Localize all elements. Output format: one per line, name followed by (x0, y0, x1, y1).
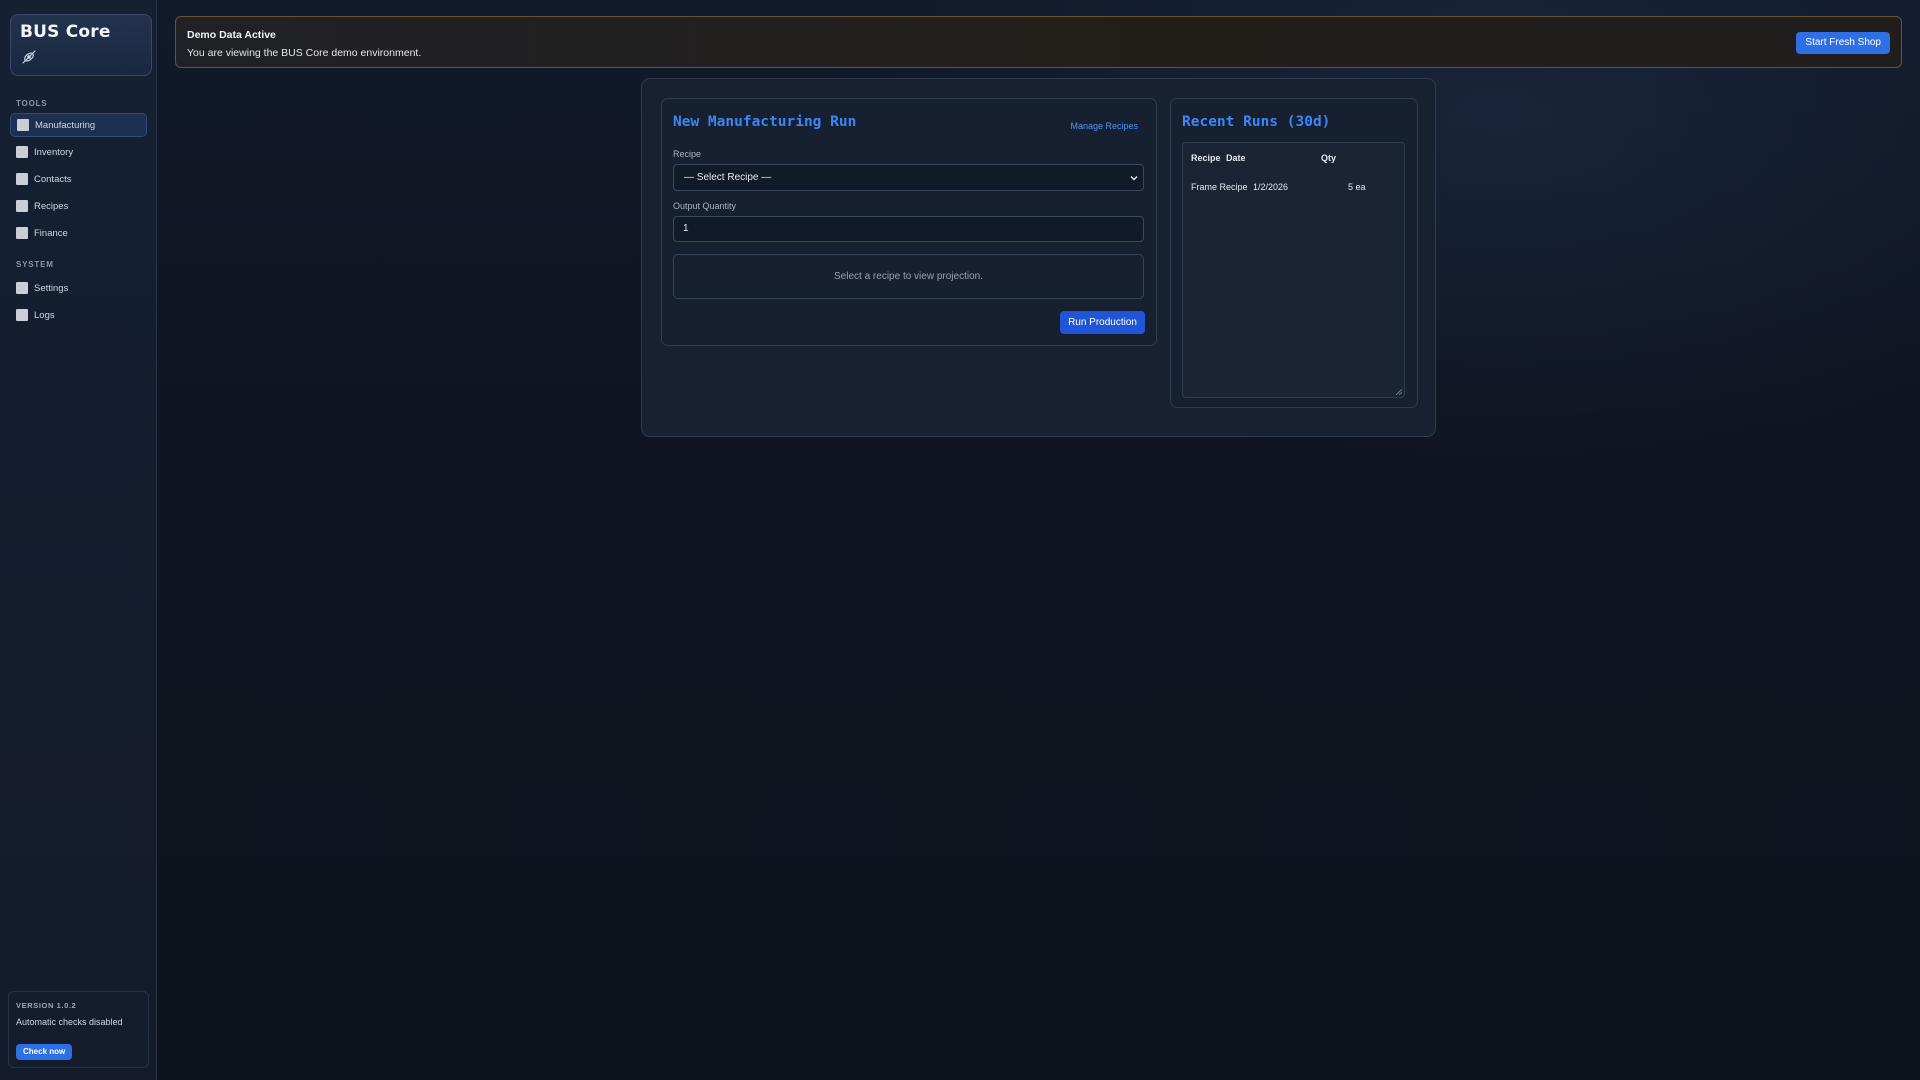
sidebar-item-label: Contacts (34, 173, 72, 185)
version-card: VERSION 1.0.2 Automatic checks disabled … (8, 991, 149, 1068)
sidebar-item-logs[interactable]: Logs (10, 303, 147, 327)
recipe-select-value: — Select Recipe — (684, 172, 772, 183)
sidebar-item-finance[interactable]: Finance (10, 221, 147, 245)
run-production-button[interactable]: Run Production (1060, 311, 1145, 334)
table-cell-recipe: Frame Recipe (1191, 182, 1248, 192)
column-header-date: Date (1226, 153, 1246, 163)
manufacturing-panel: New Manufacturing Run Manage Recipes Rec… (641, 78, 1436, 437)
new-run-title: New Manufacturing Run (673, 114, 857, 130)
recipes-icon (16, 200, 28, 212)
table-cell-date: 1/2/2026 (1253, 182, 1289, 192)
recent-runs-card: Recent Runs (30d) Recipe Date Qty Frame … (1170, 98, 1418, 408)
start-fresh-shop-button[interactable]: Start Fresh Shop (1796, 32, 1890, 54)
section-label-tools: TOOLS (16, 99, 48, 108)
new-run-card: New Manufacturing Run Manage Recipes Rec… (661, 98, 1157, 346)
demo-banner: Demo Data Active You are viewing the BUS… (175, 16, 1902, 68)
update-status: Automatic checks disabled (16, 1017, 123, 1027)
recent-runs-table[interactable]: Recipe Date Qty Frame Recipe 1/2/2026 5 … (1182, 142, 1405, 398)
sidebar-item-contacts[interactable]: Contacts (10, 167, 147, 191)
sidebar-item-label: Finance (34, 227, 68, 239)
table-cell-qty: 5 ea (1348, 182, 1366, 192)
finance-icon (16, 227, 28, 239)
output-quantity-label: Output Quantity (673, 201, 737, 211)
manage-recipes-link[interactable]: Manage Recipes (1070, 121, 1138, 131)
section-label-system: SYSTEM (16, 260, 54, 269)
sidebar-item-label: Manufacturing (35, 119, 96, 131)
column-header-recipe: Recipe (1191, 153, 1221, 163)
sidebar-item-label: Inventory (34, 146, 74, 158)
check-now-button[interactable]: Check now (16, 1044, 73, 1060)
brand-card[interactable]: BUS Core (10, 14, 152, 76)
recent-runs-title: Recent Runs (30d) (1182, 114, 1331, 130)
sidebar-item-settings[interactable]: Settings (10, 276, 147, 300)
sidebar-item-manufacturing[interactable]: Manufacturing (10, 113, 147, 137)
contacts-icon (16, 173, 28, 185)
column-header-qty: Qty (1321, 153, 1337, 163)
sidebar-item-label: Settings (34, 282, 69, 294)
sidebar-item-recipes[interactable]: Recipes (10, 194, 147, 218)
brand-title: BUS Core (20, 22, 111, 42)
sidebar-item-inventory[interactable]: Inventory (10, 140, 147, 164)
recipe-label: Recipe (673, 149, 702, 159)
logs-icon (16, 309, 28, 321)
output-quantity-input[interactable]: 1 (673, 216, 1144, 242)
sidebar-item-label: Logs (34, 309, 55, 321)
inventory-icon (16, 146, 28, 158)
chevron-down-icon (1130, 176, 1138, 181)
banner-text: You are viewing the BUS Core demo enviro… (187, 47, 422, 59)
version-label: VERSION 1.0.2 (16, 1001, 77, 1010)
banner-title: Demo Data Active (187, 29, 276, 41)
satellite-icon (22, 50, 36, 64)
projection-placeholder: Select a recipe to view projection. (673, 254, 1144, 299)
resize-grip-icon[interactable] (1396, 389, 1402, 395)
sidebar: BUS Core TOOLS Manufacturing Inventory C… (0, 0, 157, 1080)
sidebar-item-label: Recipes (34, 200, 69, 212)
recipe-select[interactable]: — Select Recipe — (673, 164, 1144, 191)
manufacturing-icon (17, 119, 29, 131)
settings-icon (16, 282, 28, 294)
